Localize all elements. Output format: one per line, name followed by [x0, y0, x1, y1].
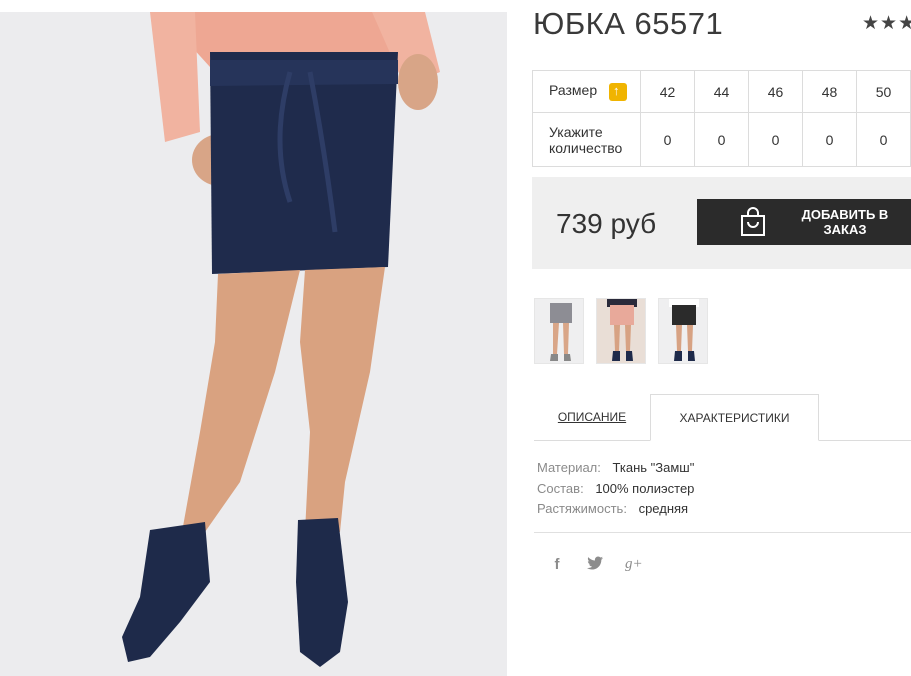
spec-key: Материал: [537, 460, 601, 475]
size-cell: 46 [748, 70, 803, 113]
spec-row: Растяжимость: средняя [537, 499, 694, 520]
facebook-icon[interactable]: f [549, 556, 565, 574]
thumbnail-pink-skirt[interactable] [596, 298, 646, 364]
spec-value: Ткань "Замш" [612, 460, 695, 475]
thumbnail-grey-skirt[interactable] [534, 298, 584, 364]
tab-description[interactable]: ОПИСАНИЕ [534, 394, 650, 440]
spec-value: средняя [638, 501, 689, 516]
size-row: Размер 42 44 46 48 50 [532, 70, 911, 113]
size-cell: 50 [856, 70, 911, 113]
price: 739 руб [556, 208, 657, 239]
size-label: Размер [549, 82, 598, 99]
specs-list: Материал: Ткань "Замш" Состав: 100% поли… [537, 458, 694, 520]
product-main-photo[interactable] [0, 12, 507, 676]
tab-characteristics[interactable]: ХАРАКТЕРИСТИКИ [650, 394, 819, 441]
size-cell: 44 [694, 70, 749, 113]
product-photo-illustration [0, 12, 507, 676]
rating-stars[interactable]: ★★★★★ [862, 12, 911, 35]
size-cell: 42 [640, 70, 695, 113]
product-tabs: ОПИСАНИЕ ХАРАКТЕРИСТИКИ [534, 394, 911, 441]
spec-key: Растяжимость: [537, 501, 627, 516]
social-share: f g+ [549, 556, 643, 574]
quantity-label-cell: Укажите количество [532, 112, 641, 167]
quantity-input[interactable]: 0 [856, 112, 911, 167]
buy-box: 739 руб ДОБАВИТЬ В ЗАКАЗ [532, 177, 911, 269]
quantity-row: Укажите количество 0 0 0 0 0 [532, 112, 911, 167]
size-quantity-table: Размер 42 44 46 48 50 Укажите количество… [532, 70, 911, 167]
spec-key: Состав: [537, 480, 584, 496]
size-cell: 48 [802, 70, 857, 113]
shopping-bag-icon [739, 207, 767, 237]
divider [534, 532, 911, 533]
google-plus-icon[interactable]: g+ [625, 556, 643, 574]
thumbnail-black-skirt[interactable] [658, 298, 708, 364]
quantity-input[interactable]: 0 [640, 112, 695, 167]
quantity-label-line1: Укажите [549, 123, 603, 140]
product-title: ЮБКА 65571 [533, 6, 724, 41]
spec-row: Материал: Ткань "Замш" [537, 458, 694, 479]
quantity-input[interactable]: 0 [802, 112, 857, 167]
quantity-input[interactable]: 0 [748, 112, 803, 167]
size-header-cell: Размер [532, 70, 641, 113]
size-chart-icon[interactable] [609, 82, 628, 101]
quantity-input[interactable]: 0 [694, 112, 749, 167]
spec-row: Состав: 100% полиэстер [537, 479, 694, 500]
add-to-order-button[interactable]: ДОБАВИТЬ В ЗАКАЗ [697, 199, 911, 245]
quantity-label-line2: количество [549, 139, 623, 156]
add-to-order-label: ДОБАВИТЬ В ЗАКАЗ [801, 207, 889, 237]
twitter-icon[interactable] [587, 556, 603, 574]
spec-value: 100% полиэстер [595, 480, 695, 496]
